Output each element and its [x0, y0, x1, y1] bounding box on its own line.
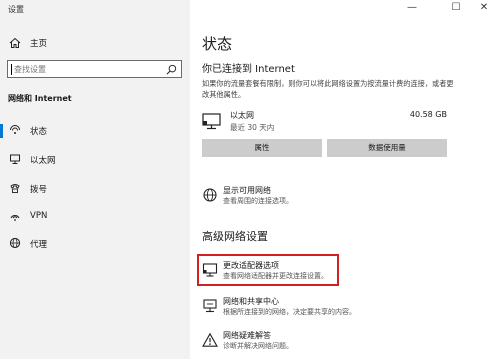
- section-title: 网络和 Internet: [8, 94, 72, 103]
- adapter-icon: [202, 263, 218, 277]
- sidebar-item-label: 代理: [30, 240, 48, 250]
- link-description: 查看周围的连接选项。: [223, 197, 293, 205]
- connection-description: 如果你的流量套餐有限制，则你可以将此网络设置为按流量计费的连接，或者更改其他属性…: [202, 79, 454, 99]
- main-content: — ☐ ✕ 状态 你已连接到 Internet 如果你的流量套餐有限制，则你可以…: [190, 0, 500, 359]
- globe-icon: [9, 237, 21, 249]
- network-troubleshooter[interactable]: 网络疑难解答 诊断并解决网络问题。: [202, 330, 492, 356]
- minimize-button[interactable]: —: [402, 2, 422, 13]
- properties-button[interactable]: 属性: [202, 139, 322, 157]
- change-adapter-options[interactable]: 更改适配器选项 查看网络适配器并更改连接设置。: [202, 260, 492, 286]
- search-icon: [166, 64, 177, 75]
- sidebar-item-proxy[interactable]: 代理: [0, 234, 190, 254]
- sidebar-item-status[interactable]: 状态: [0, 121, 190, 141]
- sidebar-item-dialup[interactable]: 拨号: [0, 179, 190, 199]
- page-title: 状态: [202, 35, 233, 53]
- window-title: 设置: [8, 5, 24, 14]
- link-title: 网络疑难解答: [223, 331, 271, 340]
- link-description: 诊断并解决网络问题。: [223, 342, 293, 350]
- settings-window: 设置 主页 网络和 Internet 状态: [0, 0, 500, 359]
- sidebar-item-label: 以太网: [30, 156, 56, 166]
- data-usage-button[interactable]: 数据使用量: [327, 139, 447, 157]
- connection-status-title: 你已连接到 Internet: [202, 64, 295, 75]
- close-button[interactable]: ✕: [474, 2, 494, 13]
- sidebar-item-vpn[interactable]: VPN: [0, 207, 190, 227]
- maximize-button[interactable]: ☐: [446, 2, 466, 13]
- home-label: 主页: [30, 39, 48, 49]
- sidebar-item-label: 拨号: [30, 185, 48, 195]
- show-available-networks[interactable]: 显示可用网络 查看周围的连接选项。: [202, 185, 492, 211]
- search-box[interactable]: [7, 60, 182, 78]
- warning-icon: [202, 332, 218, 347]
- advanced-settings-title: 高级网络设置: [202, 230, 268, 243]
- globe-icon: [203, 188, 217, 202]
- link-title: 更改适配器选项: [223, 261, 279, 270]
- monitor-icon: [10, 154, 20, 164]
- ethernet-status: 以太网 最近 30 天内 40.58 GB: [202, 110, 447, 134]
- link-title: 显示可用网络: [223, 186, 271, 195]
- sidebar: 设置 主页 网络和 Internet 状态: [0, 0, 190, 359]
- link-description: 根据所连接到的网络，决定要共享的内容。: [223, 308, 356, 316]
- sharing-icon: [203, 299, 217, 313]
- sidebar-item-ethernet[interactable]: 以太网: [0, 150, 190, 170]
- home-nav-item[interactable]: 主页: [0, 36, 190, 52]
- search-input[interactable]: [11, 63, 161, 75]
- link-title: 网络和共享中心: [223, 297, 279, 306]
- sidebar-item-label: 状态: [30, 127, 48, 137]
- vpn-icon: [10, 215, 20, 221]
- phone-icon: [10, 184, 20, 193]
- ethernet-monitor-icon: [202, 113, 221, 130]
- sidebar-item-label: VPN: [30, 211, 48, 221]
- ethernet-period: 最近 30 天内: [230, 123, 275, 132]
- home-network-icon: [10, 125, 20, 134]
- network-sharing-center[interactable]: 网络和共享中心 根据所连接到的网络，决定要共享的内容。: [202, 296, 492, 322]
- link-description: 查看网络适配器并更改连接设置。: [223, 272, 328, 280]
- home-icon: [9, 37, 21, 48]
- ethernet-name: 以太网: [230, 111, 254, 120]
- ethernet-usage: 40.58 GB: [409, 110, 447, 119]
